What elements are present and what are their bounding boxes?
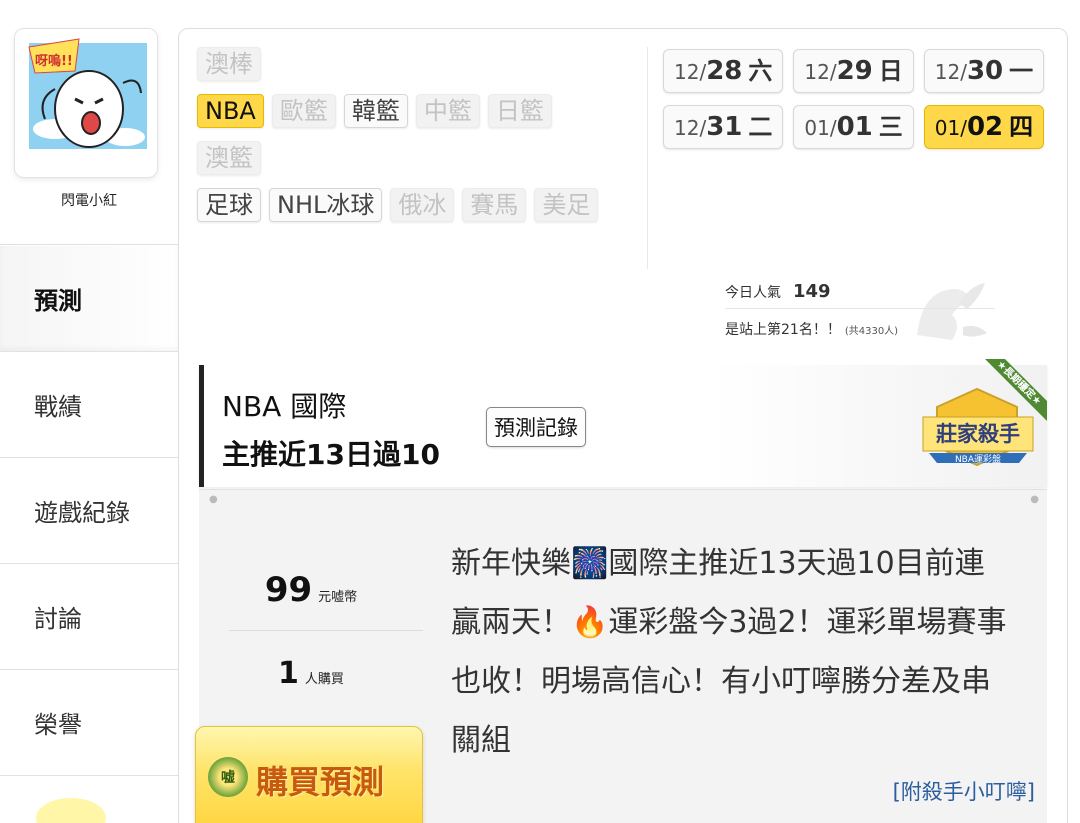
banker-killer-badge-icon: 莊家殺手 NBA運彩盤 ★長期穩定★	[922, 359, 1047, 467]
date-tab-day: 01	[836, 112, 873, 142]
svg-text:NBA運彩盤: NBA運彩盤	[955, 453, 1001, 465]
buyers-value: 1	[278, 656, 299, 691]
date-tab[interactable]: 12/28 六	[663, 49, 784, 93]
sport-tab[interactable]: 韓籃	[343, 94, 408, 128]
predictor-header: NBA 國際 主推近13日過10 預測記錄 莊家殺手 NBA運彩盤 ★長期穩定★	[199, 359, 1047, 487]
popularity-label: 今日人氣	[725, 285, 781, 301]
rank-text: 是站上第21名！！	[725, 322, 841, 338]
prediction-listing: ● ● 99 元嘘幣 1 人購買 嘘 購買預測 新年快樂🎆國際主推近13天過10目前…	[195, 489, 1047, 823]
sport-tab: 俄冰	[390, 188, 455, 222]
rank-total: (共4330人)	[844, 326, 899, 337]
sidebar-item[interactable]: 榮譽	[0, 670, 178, 776]
sidebar-nav: 預測 戰績 遊戲紀錄 討論 榮譽	[0, 246, 178, 776]
tab-row: NBA 歐籃 韓籃 中籃 日籃	[197, 94, 647, 128]
tab-row: 澳籃	[197, 141, 647, 175]
date-tab-day: 30	[966, 56, 1004, 86]
decoration	[36, 798, 106, 823]
predictor-record: 主推近13日過10	[222, 438, 440, 471]
avatar[interactable]: 呀嗚!!	[14, 28, 158, 178]
sport-tab: 歐籃	[271, 94, 336, 128]
prediction-history-button[interactable]: 預測記錄	[486, 407, 586, 447]
buyers-unit: 人購買	[304, 672, 344, 687]
date-tab-weekday: 二	[748, 113, 773, 141]
sidebar-item[interactable]: 戰績	[0, 352, 178, 458]
sidebar-item[interactable]: 討論	[0, 564, 178, 670]
date-tab-day: 02	[966, 112, 1004, 142]
date-tab[interactable]: 12/31 二	[663, 105, 784, 149]
svg-text:莊家殺手: 莊家殺手	[936, 422, 1020, 446]
buy-prediction-label: 購買預測	[256, 763, 385, 801]
date-tab-month: 01/	[804, 116, 837, 140]
buy-prediction-button[interactable]: 嘘 購買預測	[195, 726, 423, 823]
price-column: 99 元嘘幣 1 人購買 嘘 購買預測	[195, 490, 423, 823]
predictor-league: NBA 國際	[222, 390, 347, 423]
coin-icon: 嘘	[208, 757, 248, 797]
attachment-link[interactable]: [附殺手小叮嚀]	[893, 776, 1035, 806]
divider	[229, 630, 423, 631]
main-panel: 澳棒 NBA 歐籃 韓籃 中籃 日籃 澳籃 足球 NHL冰球 俄冰 賽馬 美足 12/28 六 12/29…	[178, 28, 1068, 823]
sport-tab: 澳棒	[197, 47, 261, 81]
date-tab[interactable]: 01/02 四	[923, 105, 1045, 149]
date-tab-month: 12/	[934, 60, 967, 84]
prediction-description: 新年快樂🎆國際主推近13天過10目前連贏兩天！🔥運彩盤今3過2！運彩單場賽事也收…	[451, 546, 1007, 758]
date-row: 12/31 二 01/01 三 01/02 四	[663, 105, 1063, 149]
sport-tab[interactable]: NHL冰球	[269, 188, 383, 222]
price-unit: 元嘘幣	[318, 590, 358, 605]
date-tab-month: 01/	[934, 116, 967, 140]
rank: 是站上第21名！！ (共4330人)	[725, 319, 995, 339]
stats: 今日人氣 149 是站上第21名！！ (共4330人)	[725, 281, 995, 339]
date-tab[interactable]: 12/30 一	[923, 49, 1045, 93]
tab-row: 足球 NHL冰球 俄冰 賽馬 美足	[197, 188, 647, 222]
date-tab-month: 12/	[674, 60, 707, 84]
buyers: 1 人購買	[199, 656, 423, 691]
pin-icon: ●	[1030, 494, 1039, 505]
date-tab-weekday: 四	[1009, 113, 1034, 141]
cartoon-egg-avatar-icon: 呀嗚!!	[15, 29, 157, 177]
profile-divider	[0, 244, 178, 245]
tab-row: 澳棒	[197, 47, 647, 81]
username: 閃電小紅	[61, 193, 117, 209]
date-tab[interactable]: 01/01 三	[793, 105, 914, 149]
date-tabs: 12/28 六 12/29 日 12/30 一 12/31 二 01/01 三 01/02 四	[663, 49, 1063, 161]
popularity-value: 149	[793, 281, 831, 302]
divider	[647, 47, 648, 269]
date-tab-day: 28	[706, 56, 743, 86]
sidebar-item[interactable]: 遊戲紀錄	[0, 458, 178, 564]
sport-tab: 日籃	[487, 94, 552, 128]
date-tab[interactable]: 12/29 日	[793, 49, 914, 93]
sport-tab[interactable]: 足球	[197, 188, 261, 222]
date-tab-weekday: 一	[1009, 57, 1034, 85]
date-tab-weekday: 三	[878, 113, 903, 141]
sport-tab: 澳籃	[197, 141, 261, 175]
date-row: 12/28 六 12/29 日 12/30 一	[663, 49, 1063, 93]
date-tab-month: 12/	[674, 116, 707, 140]
price-value: 99	[264, 570, 313, 610]
sidebar: 呀嗚!! 閃電小紅 預測 戰績 遊戲紀錄 討論 榮譽	[0, 0, 178, 823]
date-tab-weekday: 日	[878, 57, 903, 85]
date-tab-day: 31	[706, 112, 743, 142]
sidebar-item[interactable]: 預測	[0, 246, 178, 352]
sport-tab: 美足	[534, 188, 599, 222]
svg-text:呀嗚!!: 呀嗚!!	[35, 53, 73, 69]
sport-tab: 中籃	[415, 94, 480, 128]
date-tab-day: 29	[836, 56, 873, 86]
sport-tabs: 澳棒 NBA 歐籃 韓籃 中籃 日籃 澳籃 足球 NHL冰球 俄冰 賽馬 美足	[197, 47, 647, 235]
popularity: 今日人氣 149	[725, 281, 995, 309]
sport-tab[interactable]: NBA	[197, 94, 264, 128]
price: 99 元嘘幣	[199, 570, 423, 610]
date-tab-weekday: 六	[748, 57, 773, 85]
date-tab-month: 12/	[804, 60, 837, 84]
sport-tab: 賽馬	[462, 188, 527, 222]
